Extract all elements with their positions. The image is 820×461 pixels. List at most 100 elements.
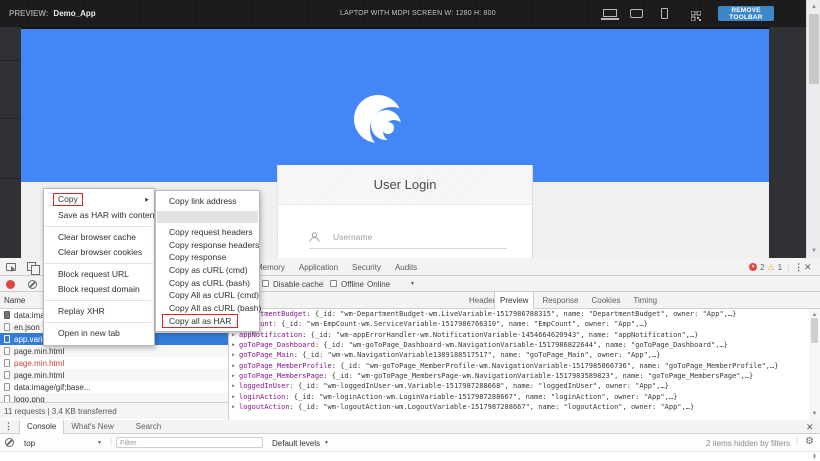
record-icon[interactable] — [6, 280, 15, 289]
device-frame-left — [0, 27, 21, 258]
devtools-menu-icon[interactable]: ⋮ — [794, 262, 803, 273]
execution-context-select[interactable]: top ▼ — [24, 434, 106, 452]
context-menu: Copy ▶ Save as HAR with content ▶ ▶ Clea… — [43, 188, 155, 346]
warning-badge-icon[interactable]: ⚠ — [767, 263, 774, 272]
json-row[interactable]: ▶ logoutAction : {_id: "wm-logoutAction-… — [230, 402, 810, 412]
disable-cache-label[interactable]: Disable cache — [273, 276, 323, 292]
context-menu-item[interactable]: Save as HAR with content ▶ — [44, 208, 154, 223]
json-row[interactable]: ▶ appNotification : {_id: "wm-appErrorHa… — [230, 330, 810, 340]
context-menu-item[interactable]: ▶ — [45, 322, 153, 323]
scroll-up-icon[interactable]: ▲ — [807, 2, 820, 12]
json-row[interactable]: ▶ loginAction : {_id: "wm-loginAction-wm… — [230, 391, 810, 401]
json-row[interactable]: ▶ goToPage_MembersPage : {_id: "wm-goToP… — [230, 371, 810, 381]
scrollbar-thumb[interactable] — [809, 14, 819, 84]
inspect-element-icon[interactable] — [6, 263, 16, 271]
submenu-arrow-icon: ▶ — [145, 193, 149, 208]
console-filter-input[interactable] — [116, 437, 263, 448]
device-toolbar-icon[interactable] — [27, 262, 36, 271]
clear-network-icon[interactable] — [28, 280, 37, 289]
context-menu-item[interactable]: Clear browser cache ▶ — [44, 230, 154, 245]
context-menu-item[interactable]: Block request domain ▶ — [44, 282, 154, 297]
log-levels-select[interactable]: Default levels ▼ — [272, 434, 329, 452]
request-row[interactable]: data:image/gif;base... — [0, 381, 229, 393]
drawer-menu-icon[interactable]: ⋮ — [4, 421, 13, 432]
submenu-item[interactable]: Copy link address — [156, 195, 259, 208]
expand-arrow-icon[interactable]: ▶ — [232, 363, 239, 369]
submenu-item[interactable] — [157, 211, 258, 224]
error-count[interactable]: 2 — [760, 263, 764, 272]
chevron-down-icon[interactable]: ▼ — [410, 281, 415, 287]
request-row[interactable]: page.min.html — [0, 369, 229, 381]
request-row[interactable]: page.min.html — [0, 357, 229, 369]
context-menu-item[interactable]: Open in new tab ▶ — [44, 326, 154, 341]
console-tab[interactable]: Search — [129, 420, 168, 434]
scroll-down-icon[interactable]: ▼ — [809, 409, 820, 419]
offline-label[interactable]: Offline — [341, 276, 364, 292]
expand-arrow-icon[interactable]: ▶ — [232, 342, 239, 348]
submenu-item[interactable]: Copy response — [156, 251, 259, 264]
expand-arrow-icon[interactable]: ▶ — [232, 383, 239, 389]
context-menu-item[interactable]: ▶ — [45, 263, 153, 264]
context-menu-item[interactable]: Block request URL ▶ — [44, 267, 154, 282]
request-row[interactable]: page.min.html — [0, 345, 229, 357]
context-menu-item[interactable]: Clear browser cookies ▶ — [44, 245, 154, 260]
submenu-item[interactable]: Copy as cURL (cmd) — [156, 264, 259, 277]
disable-cache-checkbox[interactable] — [262, 280, 269, 287]
json-row[interactable]: ▶ goToPage_MemberProfile : {_id: "wm-goT… — [230, 360, 810, 370]
warning-count[interactable]: 1 — [778, 263, 782, 272]
submenu-item[interactable]: Copy as cURL (bash) — [156, 277, 259, 290]
request-name: data:image/gif;base... — [14, 383, 91, 392]
devtools-tab[interactable]: Security — [352, 263, 381, 272]
throttling-select[interactable]: Online — [367, 276, 390, 292]
scroll-hint-icon[interactable]: ▲▼ — [812, 454, 817, 460]
remove-toolbar-button[interactable]: REMOVE TOOLBAR — [718, 6, 774, 21]
context-menu-item[interactable]: ▶ — [45, 300, 153, 301]
expand-arrow-icon[interactable]: ▶ — [232, 394, 239, 400]
console-tab[interactable]: What's New — [64, 420, 120, 434]
json-row[interactable]: ▶ goToPage_Main : {_id: "wm-wm.Navigatio… — [230, 350, 810, 360]
expand-arrow-icon[interactable]: ▶ — [232, 404, 239, 410]
error-badge-icon[interactable]: × — [749, 263, 757, 271]
devtools-close-icon[interactable]: ✕ — [804, 262, 812, 273]
console-toolbar: top ▼ | Default levels ▼ 2 items hidden … — [0, 434, 820, 452]
scrollbar-thumb[interactable] — [811, 318, 818, 343]
context-menu-item[interactable]: Copy ▶ — [44, 193, 154, 208]
scroll-down-icon[interactable]: ▼ — [807, 246, 820, 256]
expand-arrow-icon[interactable]: ▶ — [232, 373, 239, 379]
devtools-tab[interactable]: Application — [299, 263, 338, 272]
devtools-tab[interactable]: Memory — [256, 263, 285, 272]
json-row[interactable]: ▶ EmpCount : {_id: "wm-EmpCount-wm.Servi… — [230, 319, 810, 329]
divider: | — [110, 436, 112, 445]
devtools-tab[interactable]: Audits — [395, 263, 417, 272]
detail-tab[interactable]: Cookies — [586, 292, 625, 309]
submenu-item[interactable]: Copy All as cURL (bash) — [156, 302, 259, 315]
username-field[interactable]: Username — [309, 226, 507, 249]
page-scrollbar[interactable]: ▲ ▼ — [806, 0, 820, 258]
json-row[interactable]: ▶ goToPage_Dashboard : {_id: "wm-goToPag… — [230, 340, 810, 350]
submenu-item[interactable]: Copy All as cURL (cmd) — [156, 289, 259, 302]
context-menu-item[interactable]: Replay XHR ▶ — [44, 304, 154, 319]
detail-tab[interactable]: Response — [537, 292, 583, 309]
console-tab[interactable]: Console — [19, 420, 64, 434]
detail-tab[interactable]: Preview — [494, 292, 534, 309]
offline-checkbox[interactable] — [330, 280, 337, 287]
phone-icon[interactable] — [661, 8, 668, 19]
submenu-item[interactable]: Copy request headers — [156, 226, 259, 239]
expand-arrow-icon[interactable]: ▶ — [232, 332, 239, 338]
submenu-item[interactable]: Copy response headers — [156, 239, 259, 252]
detail-tab[interactable]: Timing — [628, 292, 662, 309]
json-row[interactable]: ▶ loggedInUser : {_id: "wm-loggedInUser-… — [230, 381, 810, 391]
json-value: : {_id: "wm-loginAction-wm.LoginVariable… — [285, 393, 677, 401]
gear-icon[interactable]: ⚙ — [805, 436, 814, 447]
submenu-item[interactable]: Copy all as HAR — [156, 314, 259, 327]
preview-scrollbar[interactable]: ▲ ▼ — [809, 309, 820, 420]
json-row[interactable]: ▶ DepartmentBudget : {_id: "wm-Departmen… — [230, 309, 810, 319]
context-menu-item[interactable]: ▶ — [45, 226, 153, 227]
json-key: goToPage_MembersPage — [239, 372, 323, 380]
expand-arrow-icon[interactable]: ▶ — [232, 352, 239, 358]
qr-code-icon[interactable] — [691, 8, 701, 26]
clear-console-icon[interactable] — [5, 438, 14, 447]
drawer-close-icon[interactable]: ✕ — [806, 422, 814, 433]
tablet-icon[interactable] — [630, 9, 643, 18]
laptop-icon[interactable] — [603, 9, 617, 17]
